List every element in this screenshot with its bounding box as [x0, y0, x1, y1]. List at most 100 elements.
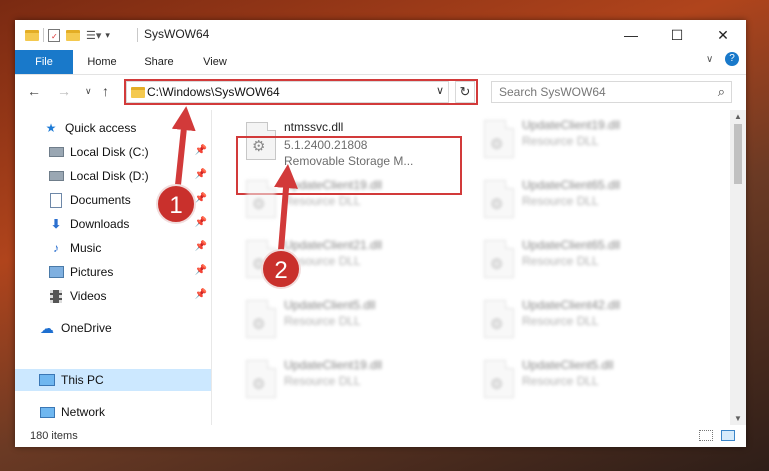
back-button[interactable]: ← — [27, 83, 41, 99]
minimize-button[interactable]: — — [608, 20, 654, 50]
sidebar-item-local-disk-d[interactable]: Local Disk (D:) 📌 — [15, 165, 211, 187]
navigation-bar: ← → ∨ ↑ C:\Windows\SysWOW64 ∨ ↻ Search S… — [15, 75, 746, 109]
close-button[interactable]: ✕ — [700, 20, 746, 50]
scroll-thumb[interactable] — [734, 124, 742, 184]
folder-icon — [25, 29, 39, 41]
pictures-icon — [48, 265, 64, 279]
sidebar-item-quick-access[interactable]: ★ Quick access — [15, 117, 211, 139]
recent-locations-button[interactable]: ∨ — [85, 86, 92, 97]
ribbon: File Home Share View ∨ ? — [15, 50, 746, 75]
maximize-button[interactable]: ☐ — [654, 20, 700, 50]
search-input[interactable]: Search SysWOW64 ⌕ — [491, 81, 732, 103]
forward-button[interactable]: → — [57, 83, 71, 99]
title-bar: ✓ ☰▾ ▾ SysWOW64 — ☐ ✕ — [15, 20, 746, 50]
sidebar-item-music[interactable]: ♪ Music 📌 — [15, 237, 211, 259]
file-name: UpdateClient19.dll — [522, 118, 621, 132]
vertical-scrollbar[interactable]: ▲ ▼ — [730, 110, 746, 425]
sidebar-item-this-pc[interactable]: This PC — [15, 369, 211, 391]
address-highlight-box — [124, 79, 478, 105]
gear-icon: ⚙ — [252, 196, 266, 213]
toolbar-dropdown-icon[interactable]: ▾ — [105, 30, 110, 41]
ribbon-expand-icon[interactable]: ∨ — [706, 54, 713, 65]
gear-icon: ⚙ — [490, 316, 504, 333]
file-name: UpdateClient65.dll — [522, 178, 621, 192]
file-name: UpdateClient19.dll — [284, 178, 383, 192]
pin-icon[interactable]: 📌 — [195, 241, 207, 252]
tab-share[interactable]: Share — [136, 50, 182, 74]
properties-icon[interactable]: ✓ — [48, 28, 60, 42]
network-icon — [39, 405, 55, 419]
file-tile[interactable]: ⚙ UpdateClient65.dll Resource DLL — [474, 174, 704, 230]
file-name: UpdateClient5.dll — [284, 298, 376, 312]
sidebar-item-local-disk-c[interactable]: Local Disk (C:) 📌 — [15, 141, 211, 163]
scroll-up-icon[interactable]: ▲ — [730, 112, 746, 121]
file-type: Resource DLL — [522, 374, 599, 388]
star-icon: ★ — [45, 121, 57, 135]
pin-icon[interactable]: 📌 — [195, 289, 207, 300]
tab-file[interactable]: File — [15, 50, 73, 74]
navigation-pane: ★ Quick access Local Disk (C:) 📌 Local D… — [15, 110, 212, 425]
window-title: SysWOW64 — [144, 27, 210, 41]
documents-icon — [48, 192, 64, 208]
tab-view[interactable]: View — [192, 50, 238, 74]
dll-file-icon: ⚙ — [246, 360, 276, 398]
file-type: Resource DLL — [522, 194, 599, 208]
file-type: Resource DLL — [522, 314, 599, 328]
file-name: UpdateClient19.dll — [284, 358, 383, 372]
up-button[interactable]: ↑ — [102, 83, 109, 99]
search-icon[interactable]: ⌕ — [718, 84, 725, 100]
search-placeholder: Search SysWOW64 — [499, 85, 606, 99]
sidebar-item-network[interactable]: Network — [15, 401, 211, 423]
pin-icon[interactable]: 📌 — [195, 193, 207, 204]
pin-icon[interactable]: 📌 — [195, 217, 207, 228]
sidebar-item-onedrive[interactable]: ☁ OneDrive — [15, 317, 211, 339]
gear-icon: ⚙ — [490, 136, 504, 153]
dll-file-icon: ⚙ — [484, 120, 514, 158]
customize-toolbar-icon[interactable]: ☰▾ — [86, 29, 101, 42]
pin-icon[interactable]: 📌 — [195, 265, 207, 276]
file-tile[interactable]: ⚙ UpdateClient19.dll Resource DLL — [474, 114, 704, 170]
videos-icon — [48, 289, 64, 303]
gear-icon: ⚙ — [490, 376, 504, 393]
file-tile[interactable]: ⚙ UpdateClient5.dll Resource DLL — [474, 354, 704, 410]
gear-icon: ⚙ — [490, 256, 504, 273]
file-name: ntmssvc.dll — [284, 120, 344, 134]
file-type: Resource DLL — [284, 194, 361, 208]
tab-home[interactable]: Home — [79, 50, 125, 74]
drive-icon — [48, 169, 64, 183]
details-view-icon[interactable] — [699, 430, 713, 441]
scroll-down-icon[interactable]: ▼ — [730, 414, 746, 423]
file-type: Resource DLL — [284, 374, 361, 388]
downloads-icon: ⬇ — [50, 217, 62, 231]
new-folder-icon[interactable] — [66, 29, 80, 41]
dll-file-icon: ⚙ — [484, 240, 514, 278]
file-name: UpdateClient42.dll — [522, 298, 621, 312]
tiles-view-icon[interactable] — [721, 430, 735, 441]
sidebar-item-videos[interactable]: Videos 📌 — [15, 285, 211, 307]
pin-icon[interactable]: 📌 — [195, 169, 207, 180]
file-tile[interactable]: ⚙ UpdateClient65.dll Resource DLL — [474, 234, 704, 290]
music-icon: ♪ — [53, 241, 59, 255]
pin-icon[interactable]: 📌 — [195, 145, 207, 156]
dll-file-icon: ⚙ — [246, 180, 276, 218]
dll-file-icon: ⚙ — [484, 180, 514, 218]
help-icon[interactable]: ? — [725, 52, 739, 66]
file-tile[interactable]: ⚙ UpdateClient5.dll Resource DLL — [236, 294, 466, 350]
file-tile[interactable]: ⚙ UpdateClient19.dll Resource DLL — [236, 174, 466, 230]
sidebar-item-pictures[interactable]: Pictures 📌 — [15, 261, 211, 283]
gear-icon: ⚙ — [490, 196, 504, 213]
file-type: Resource DLL — [522, 134, 599, 148]
file-name: UpdateClient65.dll — [522, 238, 621, 252]
quick-access-toolbar: ✓ ☰▾ ▾ — [25, 27, 110, 43]
file-type: Resource DLL — [522, 254, 599, 268]
step-badge-2: 2 — [261, 249, 301, 289]
computer-icon — [39, 373, 55, 387]
file-tile[interactable]: ⚙ UpdateClient42.dll Resource DLL — [474, 294, 704, 350]
file-name: UpdateClient21.dll — [284, 238, 383, 252]
gear-icon: ⚙ — [252, 316, 266, 333]
dll-file-icon: ⚙ — [246, 300, 276, 338]
file-tile[interactable]: ⚙ UpdateClient19.dll Resource DLL — [236, 354, 466, 410]
dll-file-icon: ⚙ — [484, 300, 514, 338]
gear-icon: ⚙ — [252, 376, 266, 393]
file-name: UpdateClient5.dll — [522, 358, 614, 372]
